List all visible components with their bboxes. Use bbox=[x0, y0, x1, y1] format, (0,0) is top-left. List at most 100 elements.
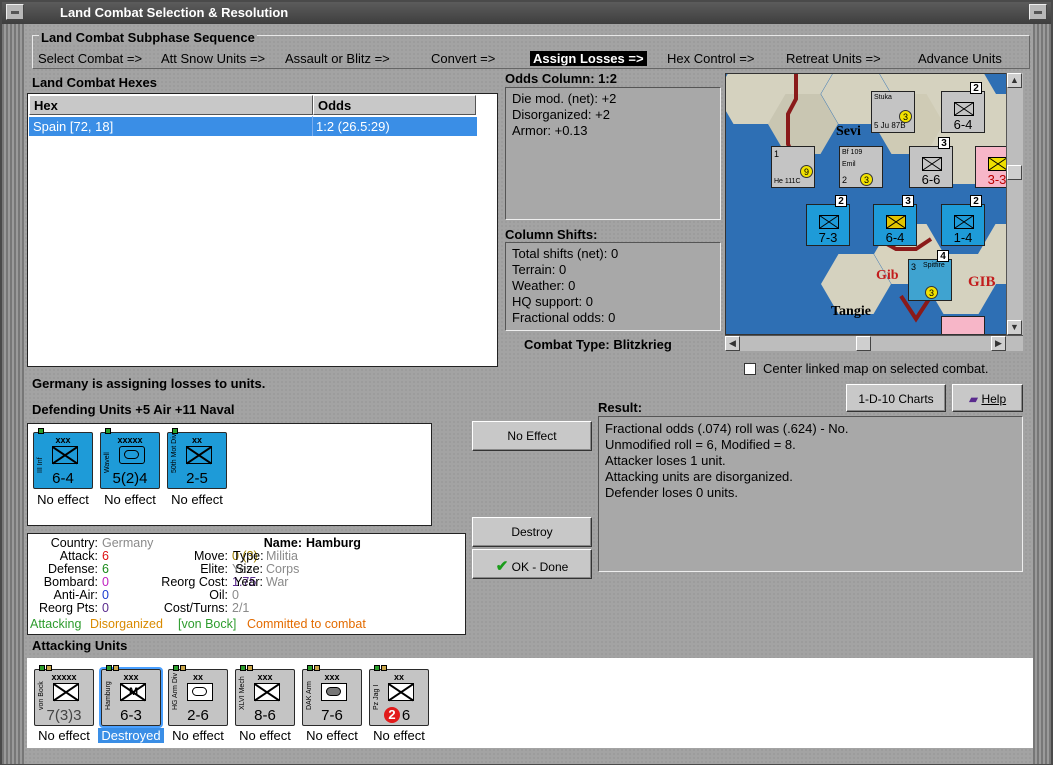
attacking-unit[interactable]: xxxxx von Bock 7(3)3 bbox=[34, 665, 94, 726]
map-counter[interactable]: 6-4 2 bbox=[941, 82, 985, 133]
combat-type: Combat Type: Blitzkrieg bbox=[524, 337, 672, 352]
map-counter-target[interactable]: 6-4 3 bbox=[873, 195, 917, 246]
destroy-button[interactable]: Destroy bbox=[472, 517, 592, 547]
ok-done-button[interactable]: ✔ OK - Done bbox=[472, 549, 592, 579]
map-air-label: Stuka bbox=[874, 94, 892, 101]
defending-unit[interactable]: xxx III Inf 6-4 bbox=[33, 428, 93, 489]
shifts-title: Column Shifts: bbox=[505, 227, 598, 242]
detail-key: Reorg Pts: bbox=[38, 601, 98, 615]
result-line: Attacker loses 1 unit. bbox=[605, 453, 726, 468]
map-air-label: He 111C bbox=[774, 178, 801, 185]
shift-line: Terrain: 0 bbox=[512, 262, 567, 277]
unit-effect: No effect bbox=[306, 728, 358, 743]
map-counter[interactable]: 7-3 2 bbox=[806, 195, 850, 246]
unit-size: xxxxx bbox=[117, 435, 143, 445]
col-header-hex[interactable]: Hex bbox=[29, 95, 313, 115]
detail-key: Cost/Turns: bbox=[163, 601, 228, 615]
subphase-sequence: Land Combat Subphase Sequence Select Com… bbox=[32, 30, 1030, 69]
defending-unit[interactable]: xxxxx Wavell 5(2)4 bbox=[100, 428, 160, 489]
infantry-symbol-icon bbox=[52, 446, 78, 464]
map-air-counter[interactable]: Stuka 5 Ju 87B 3 bbox=[871, 91, 915, 133]
charts-button[interactable]: 1-D-10 Charts bbox=[846, 384, 946, 412]
combat-window: Land Combat Selection & Resolution Land … bbox=[0, 0, 1053, 765]
window-menu-button[interactable] bbox=[6, 4, 24, 20]
attacking-unit[interactable]: xx HG Arm Div 2-6 bbox=[168, 665, 228, 726]
unit-effect: No effect bbox=[104, 492, 156, 507]
linked-map[interactable]: Sevi Gib GIB Tangie Stuka 5 Ju 87B 3 6-4… bbox=[725, 73, 1023, 335]
militia-symbol-icon: M bbox=[120, 683, 146, 701]
status-committed: Committed to combat bbox=[247, 617, 366, 631]
unit-effect-selected: Destroyed bbox=[98, 728, 164, 743]
scroll-thumb[interactable] bbox=[856, 336, 871, 351]
unit-name: XLVI Mech bbox=[239, 676, 246, 710]
map-counter[interactable]: 6-6 3 bbox=[909, 137, 953, 188]
map-vertical-scrollbar[interactable]: ▲ ▼ bbox=[1006, 73, 1023, 335]
detail-key: Reorg Cost: bbox=[161, 575, 228, 589]
col-header-odds[interactable]: Odds bbox=[313, 95, 476, 115]
ok-done-label: OK - Done bbox=[511, 560, 569, 574]
detail-key: Year: bbox=[234, 575, 263, 589]
step-retreat-units: Retreat Units => bbox=[786, 51, 881, 66]
unit-name: 50th Mot Div bbox=[171, 433, 178, 473]
unit-name: HG Arm Div bbox=[172, 673, 179, 710]
scroll-thumb[interactable] bbox=[1007, 165, 1022, 180]
scroll-left-icon[interactable]: ◀ bbox=[725, 336, 740, 351]
map-air-label: Bf 109 bbox=[842, 149, 863, 156]
defending-unit[interactable]: xx 50th Mot Div 2-5 bbox=[167, 428, 227, 489]
map-horizontal-scrollbar[interactable]: ◀ ▶ bbox=[725, 335, 1023, 351]
detail-key: Attack: bbox=[59, 549, 98, 563]
map-counter-number: 2 bbox=[970, 82, 982, 94]
map-air-counter[interactable]: 3 Spitfire 3 4 bbox=[908, 250, 952, 301]
map-yellow-marker: 3 bbox=[860, 173, 873, 186]
detail-value: Corps bbox=[266, 562, 300, 576]
detail-value: Hamburg bbox=[306, 536, 361, 550]
mech-symbol-icon bbox=[254, 683, 280, 701]
step-select-combat: Select Combat => bbox=[38, 51, 143, 66]
center-map-checkbox[interactable] bbox=[744, 363, 756, 375]
center-map-label: Center linked map on selected combat. bbox=[763, 361, 989, 376]
charts-button-label: 1-D-10 Charts bbox=[858, 392, 934, 406]
help-button[interactable]: ▰ Help bbox=[952, 384, 1023, 412]
status-text: Germany is assigning losses to units. bbox=[32, 376, 266, 391]
map-air-counter[interactable]: 1 He 111C 9 bbox=[771, 146, 815, 188]
odds-line: Armor: +0.13 bbox=[512, 123, 588, 138]
unit-stats: 7(3)3 bbox=[46, 707, 82, 724]
unit-stats: 5(2)4 bbox=[112, 470, 148, 487]
title-bar: Land Combat Selection & Resolution bbox=[2, 2, 1051, 24]
attacking-unit[interactable]: xxx DAK Arm 7-6 bbox=[302, 665, 362, 726]
table-row[interactable]: Spain [72, 18] 1:2 (26.5:29) bbox=[29, 117, 477, 136]
map-air-label: Emil bbox=[842, 161, 856, 168]
map-counter[interactable] bbox=[941, 316, 985, 334]
attacking-unit[interactable]: xxx XLVI Mech 8-6 bbox=[235, 665, 295, 726]
motorized-symbol-icon bbox=[186, 446, 212, 464]
infantry-symbol-icon bbox=[954, 215, 974, 229]
scroll-up-icon[interactable]: ▲ bbox=[1007, 73, 1022, 88]
book-icon: ▰ bbox=[968, 392, 979, 406]
map-air-label: 5 Ju 87B bbox=[874, 121, 906, 130]
detail-value: 0 bbox=[102, 575, 109, 589]
scroll-down-icon[interactable]: ▼ bbox=[1007, 320, 1022, 335]
map-counter-stats: 6-6 bbox=[921, 172, 941, 187]
scroll-right-icon[interactable]: ▶ bbox=[991, 336, 1006, 351]
map-counter-stats: 6-4 bbox=[953, 117, 973, 132]
shifts-box: Total shifts (net): 0 Terrain: 0 Weather… bbox=[505, 242, 721, 331]
infantry-symbol-icon bbox=[988, 157, 1008, 171]
detail-value: 0 bbox=[102, 601, 109, 615]
step-assign-losses: Assign Losses => bbox=[530, 51, 647, 66]
result-line: Attacking units are disorganized. bbox=[605, 469, 793, 484]
map-air-counter[interactable]: Bf 109 Emil 2 3 bbox=[839, 146, 883, 188]
hexes-title: Land Combat Hexes bbox=[32, 75, 157, 90]
infantry-symbol-icon bbox=[954, 102, 974, 116]
attacking-unit[interactable]: xx Pz Jag I 2 6 bbox=[369, 665, 429, 726]
result-line: Defender loses 0 units. bbox=[605, 485, 738, 500]
shift-line: Total shifts (net): 0 bbox=[512, 246, 619, 261]
no-effect-button[interactable]: No Effect bbox=[472, 421, 592, 451]
map-yellow-marker: 3 bbox=[899, 110, 912, 123]
detail-key: Elite: bbox=[200, 562, 228, 576]
attacking-unit-selected[interactable]: xxx Hamburg M 6-3 bbox=[99, 665, 163, 728]
detail-value: 6 bbox=[102, 562, 109, 576]
map-counter[interactable]: 1-4 2 bbox=[941, 195, 985, 246]
detail-key: Oil: bbox=[209, 588, 228, 602]
minimize-button[interactable] bbox=[1029, 4, 1047, 20]
unit-stats: 2-6 bbox=[187, 707, 209, 724]
